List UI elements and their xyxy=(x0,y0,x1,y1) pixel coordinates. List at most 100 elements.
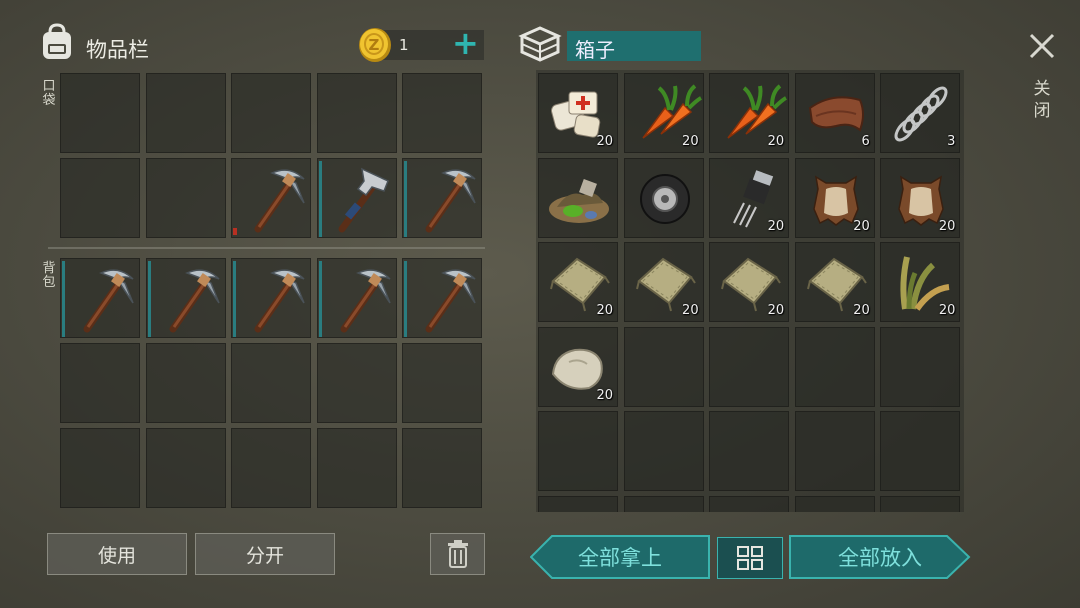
take-all-button[interactable]: 全部拿上 xyxy=(530,535,710,579)
box-slot[interactable] xyxy=(709,411,790,491)
hammer-icon xyxy=(338,167,389,233)
close-label: 关闭 xyxy=(1033,79,1051,121)
backpack-slot[interactable] xyxy=(402,343,482,423)
box-title-field[interactable]: 箱子 xyxy=(567,31,701,62)
item-quantity: 20 xyxy=(596,387,613,403)
box-slot[interactable]: 6 xyxy=(794,73,875,153)
currency-amount: 1 xyxy=(399,36,409,54)
add-currency-button[interactable]: + xyxy=(452,26,479,60)
put-all-button[interactable]: 全部放入 xyxy=(789,535,971,579)
backpack-slot[interactable] xyxy=(60,343,140,423)
box-title: 箱子 xyxy=(575,38,615,62)
backpack-slot[interactable] xyxy=(60,258,140,338)
backpack-slot[interactable] xyxy=(145,258,226,338)
grid-sort-icon xyxy=(737,546,763,570)
box-slot[interactable]: 20 xyxy=(794,242,875,322)
rotten-food-icon xyxy=(549,178,609,223)
backpack-icon xyxy=(38,22,76,62)
box-slot[interactable]: 20 xyxy=(538,73,618,153)
box-slot[interactable] xyxy=(880,326,961,407)
box-slot[interactable] xyxy=(880,411,961,491)
box-slot[interactable] xyxy=(623,495,704,512)
backpack-slot[interactable] xyxy=(145,428,226,508)
close-icon xyxy=(1029,33,1055,59)
tire-icon xyxy=(639,173,690,224)
pocket-slot[interactable] xyxy=(60,73,140,153)
box-slot[interactable] xyxy=(709,326,790,407)
pickaxe-icon xyxy=(254,169,305,233)
box-slot[interactable] xyxy=(880,495,961,512)
backpack-slot[interactable] xyxy=(402,428,482,508)
backpack-slot[interactable] xyxy=(231,428,311,508)
pickaxe-icon xyxy=(254,269,305,333)
section-divider xyxy=(48,247,485,249)
pickaxe-icon xyxy=(340,269,391,333)
box-slot[interactable]: 3 xyxy=(880,73,961,153)
box-slot[interactable] xyxy=(709,495,790,512)
pocket-slot[interactable] xyxy=(145,158,226,238)
box-slot[interactable] xyxy=(538,411,618,491)
backpack-slot[interactable] xyxy=(316,258,397,338)
item-quantity: 20 xyxy=(767,303,785,318)
split-button[interactable]: 分开 xyxy=(195,533,335,575)
pocket-label: 口袋 xyxy=(42,79,56,108)
item-quantity: 20 xyxy=(596,303,613,318)
box-slot[interactable]: 20 xyxy=(880,157,961,238)
pocket-slot[interactable] xyxy=(231,158,311,238)
backpack-slot[interactable] xyxy=(402,258,482,338)
box-slot[interactable]: 20 xyxy=(880,242,961,322)
backpack-slot[interactable] xyxy=(231,343,311,423)
item-quantity: 20 xyxy=(682,303,699,318)
box-slot[interactable] xyxy=(623,411,704,491)
box-slot[interactable] xyxy=(538,495,618,512)
svg-text:Z: Z xyxy=(369,36,380,54)
box-slot[interactable] xyxy=(538,157,618,238)
pocket-slot[interactable] xyxy=(60,158,140,238)
pocket-slot[interactable] xyxy=(402,158,482,238)
backpack-slot[interactable] xyxy=(145,343,226,423)
backpack-slot[interactable] xyxy=(231,258,311,338)
box-slot[interactable]: 20 xyxy=(538,242,618,322)
item-quantity: 3 xyxy=(947,134,956,149)
box-slot[interactable] xyxy=(794,326,875,407)
box-slot[interactable] xyxy=(623,326,704,407)
box-slot[interactable]: 20 xyxy=(709,157,790,238)
pocket-slot[interactable] xyxy=(145,73,226,153)
pocket-slot[interactable] xyxy=(316,158,397,238)
inventory-title: 物品栏 xyxy=(86,38,149,62)
box-panel: 20 20 20 6 3 20 20 20 20 20 20 20 20 20 xyxy=(536,70,964,512)
box-slot[interactable]: 20 xyxy=(709,242,790,322)
box-slot[interactable]: 20 xyxy=(794,157,875,238)
item-quantity: 20 xyxy=(938,303,956,318)
backpack-label: 背包 xyxy=(42,261,56,290)
close-button[interactable]: 关闭 xyxy=(1022,30,1062,130)
box-slot[interactable] xyxy=(794,411,875,491)
backpack-slot[interactable] xyxy=(316,343,397,423)
pocket-slot[interactable] xyxy=(316,73,397,153)
gold-coin-icon: Z xyxy=(357,26,393,64)
pickaxe-icon xyxy=(83,269,134,333)
sort-button[interactable] xyxy=(717,537,783,579)
pickaxe-icon xyxy=(169,269,220,333)
item-quantity: 6 xyxy=(861,134,870,149)
backpack-slot[interactable] xyxy=(316,428,397,508)
trash-icon xyxy=(447,540,468,568)
pocket-slot[interactable] xyxy=(402,73,482,153)
item-quantity: 20 xyxy=(853,303,870,318)
box-slot[interactable] xyxy=(794,495,875,512)
box-slot[interactable] xyxy=(623,157,704,238)
backpack-slot[interactable] xyxy=(60,428,140,508)
box-slot[interactable]: 20 xyxy=(538,326,618,407)
item-quantity: 20 xyxy=(596,134,613,149)
pickaxe-icon xyxy=(425,169,476,233)
box-slot[interactable]: 20 xyxy=(623,242,704,322)
trash-button[interactable] xyxy=(430,533,485,575)
item-quantity: 20 xyxy=(682,134,699,149)
item-quantity: 20 xyxy=(853,218,870,234)
box-slot[interactable]: 20 xyxy=(709,73,790,153)
box-slot[interactable]: 20 xyxy=(623,73,704,153)
item-quantity: 20 xyxy=(938,218,956,234)
use-button[interactable]: 使用 xyxy=(47,533,187,575)
pocket-slot[interactable] xyxy=(231,73,311,153)
item-quantity: 20 xyxy=(767,134,785,149)
